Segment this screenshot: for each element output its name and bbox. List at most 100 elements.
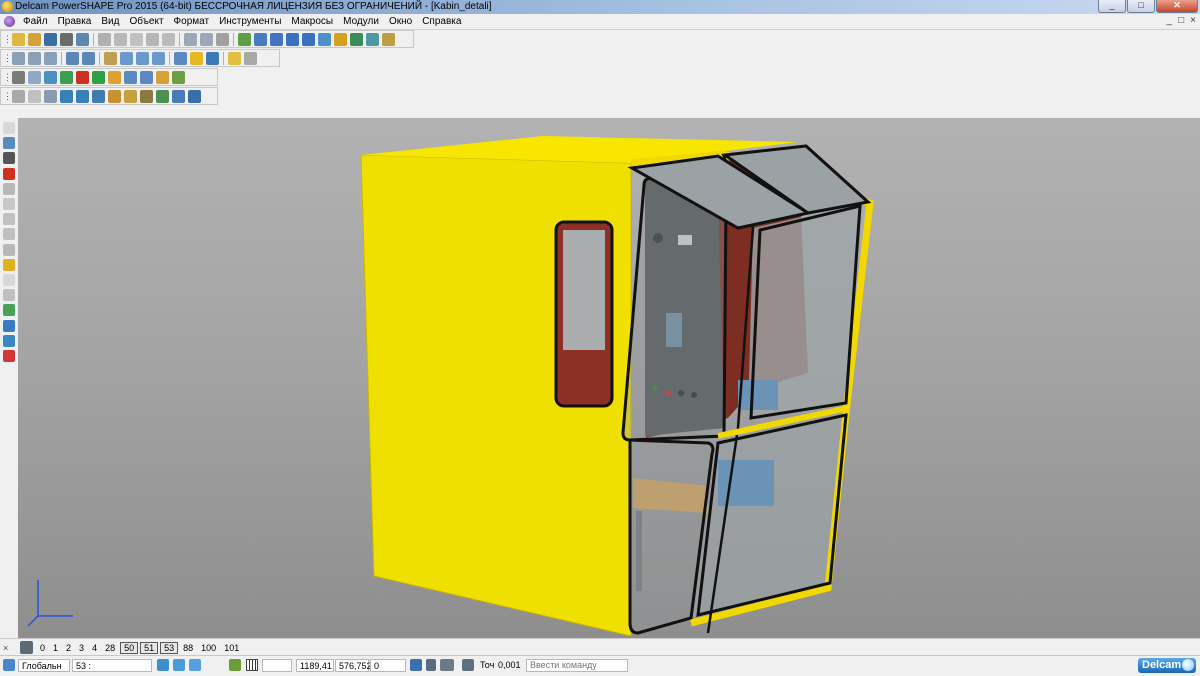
- level-2-button[interactable]: 2: [62, 643, 75, 653]
- mdi-close-button[interactable]: ×: [1190, 15, 1196, 26]
- view-iso-icon[interactable]: [66, 51, 79, 65]
- menu-file[interactable]: Файл: [18, 16, 53, 27]
- normals-icon[interactable]: [44, 89, 57, 103]
- import-icon[interactable]: [76, 32, 89, 46]
- workplane-select[interactable]: Глобальн: [18, 659, 70, 672]
- check-icon[interactable]: [156, 89, 169, 103]
- relative-icon[interactable]: [189, 659, 201, 671]
- delete-icon[interactable]: [162, 32, 175, 46]
- tolerance-icon[interactable]: [462, 659, 474, 671]
- sphere-icon[interactable]: [60, 70, 73, 84]
- level-50-button[interactable]: 50: [120, 641, 139, 654]
- blend-icon[interactable]: [3, 258, 15, 271]
- save-icon[interactable]: [44, 32, 57, 46]
- zoom-all-icon[interactable]: [174, 51, 187, 65]
- sphere-tool-icon[interactable]: [3, 319, 15, 332]
- curve-icon[interactable]: [302, 32, 315, 46]
- menu-window[interactable]: Окно: [384, 16, 417, 27]
- split-icon[interactable]: [3, 228, 15, 241]
- light-icon[interactable]: [228, 51, 241, 65]
- ball-icon[interactable]: [76, 70, 89, 84]
- menu-tools[interactable]: Инструменты: [214, 16, 286, 27]
- help-icon[interactable]: [238, 32, 251, 46]
- y-coordinate[interactable]: 576,752: [335, 659, 372, 672]
- menu-help[interactable]: Справка: [417, 16, 466, 27]
- selection-filter-icon[interactable]: [60, 89, 73, 103]
- mdi-restore-button[interactable]: □: [1178, 15, 1184, 26]
- select-level-icon[interactable]: [140, 89, 153, 103]
- menu-modules[interactable]: Модули: [338, 16, 384, 27]
- zoom-out-icon[interactable]: [152, 51, 165, 65]
- tolerance-value[interactable]: 0,001: [498, 659, 521, 672]
- new-file-icon[interactable]: [12, 32, 25, 46]
- workplane-origin-icon[interactable]: [229, 659, 241, 671]
- dimension-icon[interactable]: [3, 152, 15, 165]
- workplane-icon[interactable]: [254, 32, 267, 46]
- assembly-icon[interactable]: [172, 70, 185, 84]
- offset-icon[interactable]: [3, 243, 15, 256]
- level-101-button[interactable]: 101: [220, 643, 243, 653]
- torus-icon[interactable]: [156, 70, 169, 84]
- surface-icon[interactable]: [350, 32, 363, 46]
- level-88-button[interactable]: 88: [179, 643, 197, 653]
- delcam-logo[interactable]: Delcam: [1138, 658, 1196, 673]
- menu-format[interactable]: Формат: [169, 16, 215, 27]
- level-28-button[interactable]: 28: [101, 643, 119, 653]
- cut-icon[interactable]: [98, 32, 111, 46]
- select-solid-icon[interactable]: [92, 89, 105, 103]
- view-front-icon[interactable]: [28, 51, 41, 65]
- select-filter-icon[interactable]: [3, 137, 15, 150]
- mesh-icon[interactable]: [3, 304, 15, 317]
- level-100-button[interactable]: 100: [197, 643, 220, 653]
- fillet-surface-icon[interactable]: [3, 274, 15, 286]
- workplane-icon[interactable]: [3, 659, 15, 671]
- zoom-in-icon[interactable]: [136, 51, 149, 65]
- edit-icon[interactable]: [146, 32, 159, 46]
- menu-macros[interactable]: Макросы: [286, 16, 338, 27]
- graphics-viewport[interactable]: [18, 118, 1200, 638]
- render-icon[interactable]: [3, 350, 15, 362]
- extend-icon[interactable]: [3, 213, 15, 226]
- document-icon[interactable]: [4, 16, 15, 27]
- sheet-icon[interactable]: [3, 289, 15, 302]
- snap-icon[interactable]: [157, 659, 169, 671]
- app-icon[interactable]: [2, 1, 13, 12]
- view-top-icon[interactable]: [12, 51, 25, 65]
- position-icon[interactable]: [410, 659, 422, 671]
- zoom-icon[interactable]: [120, 51, 133, 65]
- solid-icon[interactable]: [366, 32, 379, 46]
- copy-icon[interactable]: [114, 32, 127, 46]
- material-icon[interactable]: [44, 70, 57, 84]
- circle-icon[interactable]: [286, 32, 299, 46]
- close-icon[interactable]: ×: [3, 643, 13, 653]
- box-icon[interactable]: [108, 70, 121, 84]
- grid-icon[interactable]: [246, 659, 258, 671]
- view-side-icon[interactable]: [44, 51, 57, 65]
- minimize-button[interactable]: _: [1098, 0, 1126, 13]
- toolbar-grip-icon[interactable]: ⋮: [3, 52, 12, 64]
- x-coordinate[interactable]: 1189,41: [296, 659, 334, 672]
- select-layer-icon[interactable]: [188, 89, 201, 103]
- doc-icon[interactable]: [28, 70, 41, 84]
- paste-icon[interactable]: [130, 32, 143, 46]
- redo-icon[interactable]: [200, 32, 213, 46]
- calculator-icon[interactable]: [426, 659, 436, 671]
- open-file-icon[interactable]: [28, 32, 41, 46]
- level-51-button[interactable]: 51: [140, 641, 159, 654]
- rotate-icon[interactable]: [270, 32, 283, 46]
- level-select[interactable]: 53 :: [72, 659, 152, 672]
- levels-icon[interactable]: [20, 641, 33, 654]
- level-53-button[interactable]: 53: [160, 641, 179, 654]
- grid-field[interactable]: [262, 659, 292, 672]
- maximize-button[interactable]: □: [1127, 0, 1155, 13]
- toolbar-grip-icon[interactable]: ⋮: [3, 33, 12, 45]
- menu-view[interactable]: Вид: [96, 16, 124, 27]
- analysis-icon[interactable]: [3, 334, 15, 347]
- view-iso2-icon[interactable]: [82, 51, 95, 65]
- cone-icon[interactable]: [92, 70, 105, 84]
- undo-icon[interactable]: [184, 32, 197, 46]
- cylinder-icon[interactable]: [140, 70, 153, 84]
- level-3-button[interactable]: 3: [75, 643, 88, 653]
- layer-icon[interactable]: [12, 70, 25, 84]
- toolbar-grip-icon[interactable]: ⋮: [3, 71, 12, 83]
